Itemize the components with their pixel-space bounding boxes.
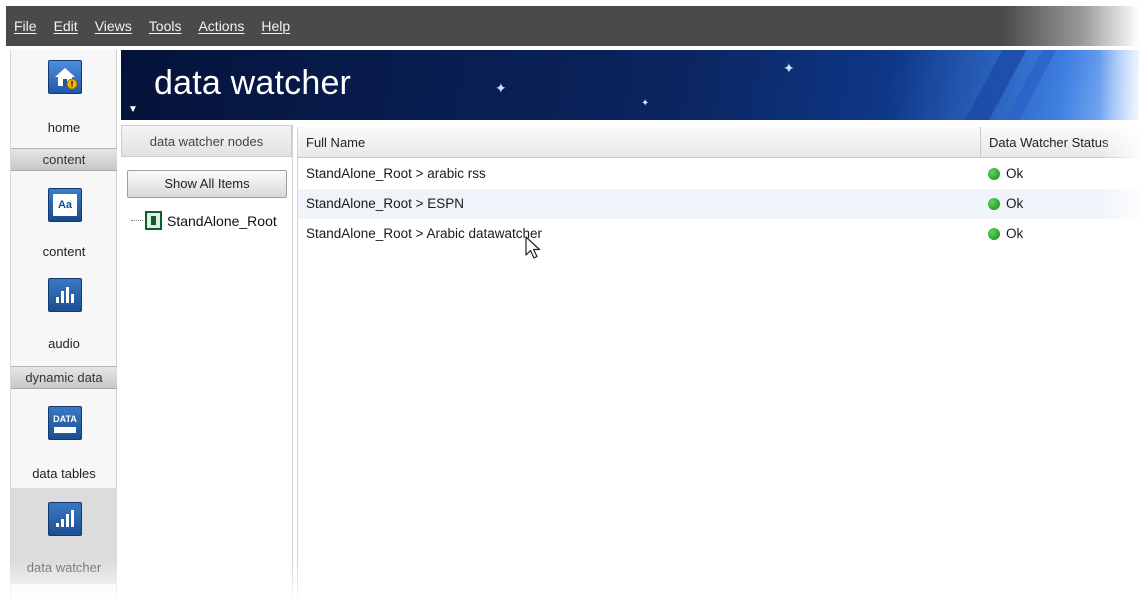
bar-chart-icon: [48, 502, 82, 536]
status-ok-icon: [988, 198, 1000, 210]
tree-node-standalone-root[interactable]: StandAlone_Root: [131, 211, 277, 230]
row-full-name: StandAlone_Root > Arabic datawatcher: [306, 226, 543, 241]
audio-equalizer-icon: [48, 278, 82, 312]
menu-bar: File Edit Views Tools Actions Help: [6, 6, 1139, 46]
data-table-icon-text: DATA: [53, 413, 77, 424]
row-status-text: Ok: [1006, 166, 1024, 181]
menu-views[interactable]: Views: [95, 18, 132, 34]
column-header-full-name[interactable]: Full Name: [298, 127, 981, 158]
row-status-text: Ok: [1006, 226, 1024, 241]
tree-panel: data watcher nodes Show All Items StandA…: [121, 125, 293, 601]
nav-label-audio: audio: [48, 336, 80, 351]
page-title: data watcher: [154, 64, 352, 102]
show-all-items-button[interactable]: Show All Items: [127, 170, 287, 198]
nav-section-dynamic-data: dynamic data: [11, 366, 117, 389]
nav-section-content: content: [11, 148, 117, 171]
nav-label-home: home: [47, 120, 81, 135]
nav-label-content: content: [42, 244, 86, 259]
nav-label-data-tables: data tables: [32, 466, 96, 481]
table-row[interactable]: StandAlone_Root > Arabic datawatcher Ok: [298, 219, 1139, 249]
table-row[interactable]: StandAlone_Root > arabic rss Ok: [298, 159, 1139, 189]
node-device-icon: [145, 211, 162, 230]
data-table-icon: DATA: [48, 406, 82, 440]
banner-dropdown-caret-icon[interactable]: ▼: [128, 104, 138, 115]
menu-tools[interactable]: Tools: [149, 18, 182, 34]
mouse-pointer-icon: [525, 236, 541, 259]
row-full-name: StandAlone_Root > arabic rss: [306, 166, 486, 181]
data-watcher-grid: Full Name Data Watcher Status StandAlone…: [297, 127, 1139, 601]
nav-item-data-watcher[interactable]: data watcher: [11, 488, 117, 584]
nav-label-data-watcher: data watcher: [26, 560, 102, 575]
row-status-text: Ok: [1006, 196, 1024, 211]
menu-file[interactable]: File: [14, 18, 37, 34]
page-banner: ✦ ✦ ✦ data watcher ▼: [121, 50, 1139, 120]
home-warning-icon: [48, 60, 82, 94]
row-status: Ok: [988, 219, 1023, 249]
row-status: Ok: [988, 159, 1023, 189]
row-full-name: StandAlone_Root > ESPN: [306, 196, 464, 211]
nav-item-home[interactable]: home: [11, 50, 117, 146]
menu-actions[interactable]: Actions: [198, 18, 244, 34]
nav-item-data-tables[interactable]: DATA data tables: [11, 392, 117, 486]
table-row[interactable]: StandAlone_Root > ESPN Ok: [298, 189, 1139, 219]
aa-text-icon: Aa: [48, 188, 82, 222]
menu-help[interactable]: Help: [261, 18, 290, 34]
status-ok-icon: [988, 228, 1000, 240]
column-header-status[interactable]: Data Watcher Status: [981, 127, 1139, 158]
left-navigation: home content Aa content audio dynamic da…: [10, 50, 117, 601]
tree-connector: [131, 220, 143, 221]
tree-panel-header: data watcher nodes: [121, 125, 292, 157]
tree-node-label: StandAlone_Root: [167, 212, 277, 229]
nav-item-content[interactable]: Aa content: [11, 174, 117, 264]
nav-item-audio[interactable]: audio: [11, 266, 117, 360]
row-status: Ok: [988, 189, 1023, 219]
status-ok-icon: [988, 168, 1000, 180]
menu-edit[interactable]: Edit: [54, 18, 78, 34]
